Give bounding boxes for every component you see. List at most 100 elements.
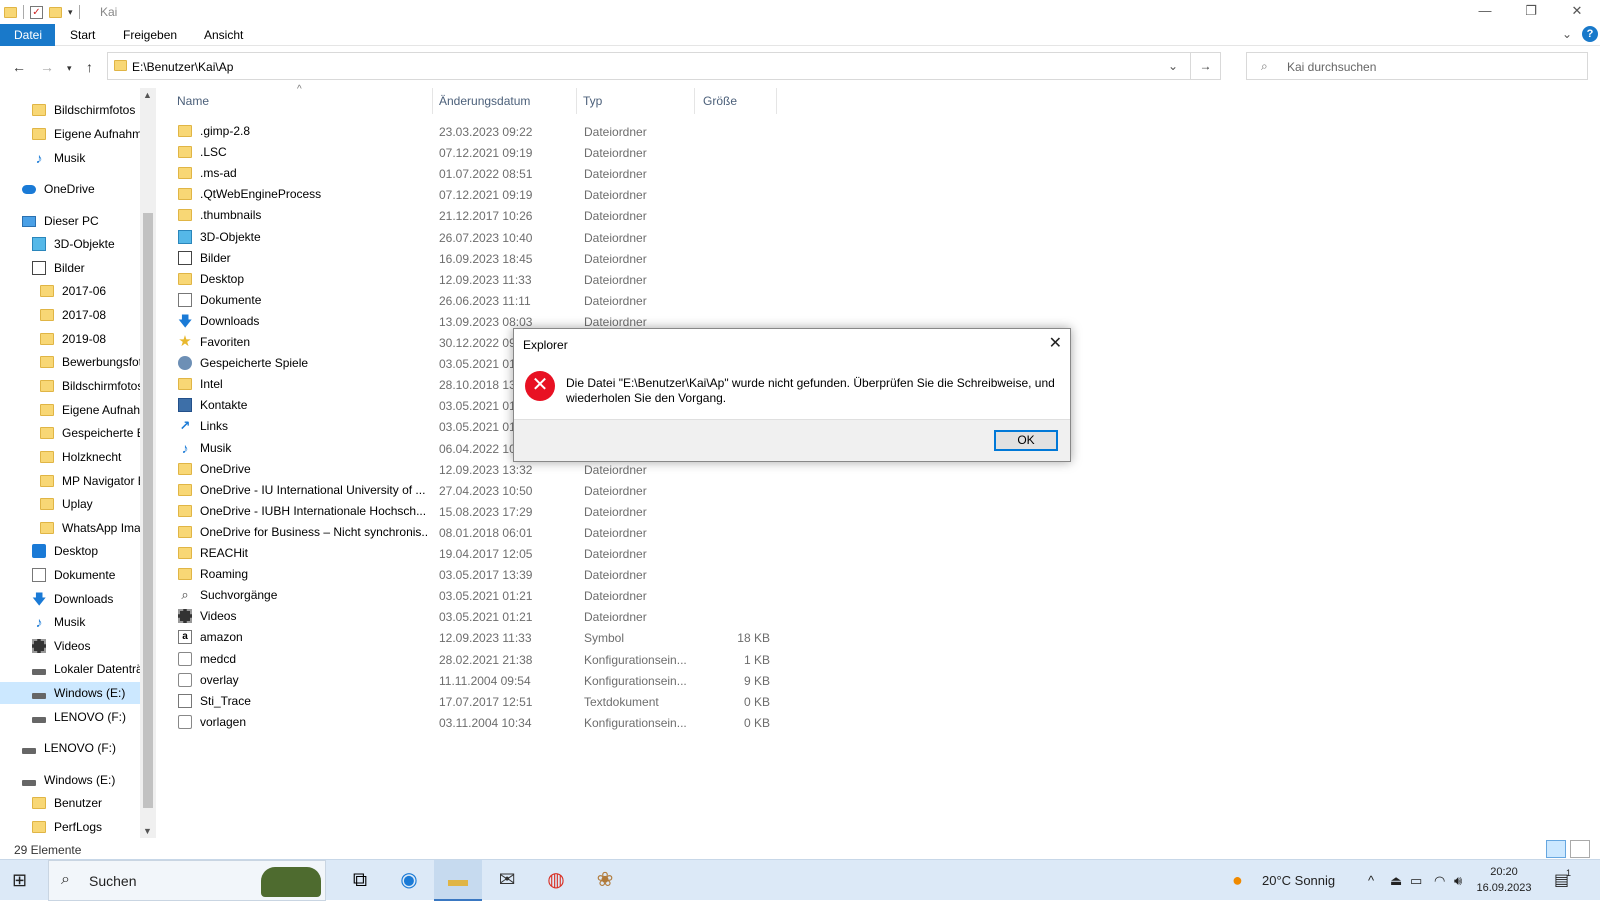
column-header-name[interactable]: Name (177, 90, 209, 112)
nav-item[interactable]: 2019-08 (0, 328, 140, 350)
file-explorer-icon[interactable]: ▬ (434, 860, 482, 901)
weather-text[interactable]: 20°C Sonnig (1262, 860, 1335, 901)
file-row[interactable]: 3D-Objekte 26.07.2023 10:40 Dateiordner (170, 227, 770, 248)
nav-item[interactable]: 🡇 Downloads (0, 588, 140, 610)
windows-start-icon[interactable]: ⊞ (12, 870, 27, 891)
file-row[interactable]: .QtWebEngineProcess 07.12.2021 09:19 Datei… (170, 184, 770, 205)
forward-arrow-icon[interactable]: → (40, 59, 54, 75)
nav-item[interactable]: Bildschirmfotos (0, 375, 140, 397)
taskbar-search[interactable]: ⌕ Suchen (48, 860, 326, 901)
file-row[interactable]: ⌕ Suchvorgänge 03.05.2021 01:21 Dateiordner (170, 585, 770, 606)
nav-item[interactable]: Dieser PC (0, 210, 140, 232)
nav-item[interactable]: LENOVO (F:) (0, 706, 140, 728)
scrollbar-thumb[interactable] (143, 213, 153, 808)
mail-icon[interactable]: ✉ (483, 860, 531, 901)
nav-item[interactable]: Eigene Aufnahmen (0, 123, 140, 145)
column-header-date[interactable]: Änderungsdatum (439, 90, 530, 112)
tab-start[interactable]: Start (56, 24, 109, 46)
chevron-up-icon[interactable]: ^ (1368, 860, 1374, 901)
go-arrow-icon[interactable]: → (1190, 53, 1220, 79)
nav-item[interactable]: LENOVO (F:) (0, 737, 140, 759)
nav-item[interactable]: Windows (E:) (0, 769, 140, 791)
address-bar[interactable]: E:\Benutzer\Kai\Ap ⌄ → (107, 52, 1221, 80)
nav-item[interactable]: 2017-08 (0, 304, 140, 326)
nav-item[interactable]: Gespeicherte Bilder (0, 422, 140, 444)
file-row[interactable]: a amazon 12.09.2023 11:33 Symbol 18 KB (170, 627, 770, 648)
weather-sun-icon[interactable]: ● (1232, 860, 1243, 901)
nav-item[interactable]: Eigene Aufnahmen (0, 399, 140, 421)
details-view-button[interactable] (1546, 840, 1566, 858)
large-icons-view-button[interactable] (1570, 840, 1590, 858)
file-row[interactable]: Videos 03.05.2021 01:21 Dateiordner (170, 606, 770, 627)
file-row[interactable]: .ms-ad 01.07.2022 08:51 Dateiordner (170, 163, 770, 184)
file-row[interactable]: .LSC 07.12.2021 09:19 Dateiordner (170, 142, 770, 163)
file-row[interactable]: Bilder 16.09.2023 18:45 Dateiordner (170, 248, 770, 269)
minimize-button[interactable]: — (1462, 0, 1508, 24)
nav-item[interactable]: Videos (0, 635, 140, 657)
nav-item[interactable]: MP Navigator EX (0, 470, 140, 492)
new-folder-icon[interactable] (49, 6, 62, 18)
nav-item[interactable]: Uplay (0, 493, 140, 515)
edge-icon[interactable]: ◉ (385, 860, 433, 901)
nav-item[interactable]: 2017-06 (0, 280, 140, 302)
column-divider[interactable] (776, 88, 777, 114)
volume-icon[interactable]: 🔊︎ (1454, 860, 1462, 901)
tab-freigeben[interactable]: Freigeben (109, 24, 191, 46)
file-row[interactable]: .thumbnails 21.12.2017 10:26 Dateiordner (170, 205, 770, 226)
clock[interactable]: 20:20 16.09.2023 (1474, 864, 1534, 896)
customize-qat-icon[interactable]: ▾ (68, 7, 73, 18)
nav-item[interactable]: Holzknecht (0, 446, 140, 468)
recent-locations-icon[interactable]: ▾ (67, 63, 72, 74)
scroll-down-icon[interactable]: ▼ (143, 826, 152, 836)
nav-scrollbar[interactable]: ▲ ▼ (140, 88, 156, 838)
nav-item[interactable]: Lokaler Datenträger (C:) (0, 658, 140, 680)
column-divider[interactable] (694, 88, 695, 114)
nav-item[interactable]: Desktop (0, 540, 140, 562)
wifi-icon[interactable]: ◠ (1434, 860, 1445, 901)
back-arrow-icon[interactable]: ← (12, 59, 26, 75)
nav-item[interactable]: PerfLogs (0, 816, 140, 838)
nav-item[interactable]: WhatsApp Images (0, 517, 140, 539)
help-icon[interactable]: ? (1582, 26, 1598, 42)
file-row[interactable]: medcd 28.02.2021 21:38 Konfigurationsein..… (170, 649, 770, 670)
battery-icon[interactable]: ▭ (1410, 860, 1422, 901)
close-icon[interactable]: ✕ (1049, 333, 1062, 353)
tab-datei[interactable]: Datei (0, 24, 55, 46)
file-row[interactable]: OneDrive for Business – Nicht synchronis… (170, 522, 770, 543)
column-header-type[interactable]: Typ (583, 90, 602, 112)
file-row[interactable]: Dokumente 26.06.2023 11:11 Dateiordner (170, 290, 770, 311)
nav-item[interactable]: Bilder (0, 257, 140, 279)
file-row[interactable]: Sti_Trace 17.07.2017 12:51 Textdokument 0 K… (170, 691, 770, 712)
search-box[interactable]: ⌕ Kai durchsuchen (1246, 52, 1588, 80)
file-row[interactable]: vorlagen 03.11.2004 10:34 Konfigurationsei… (170, 712, 770, 733)
up-arrow-icon[interactable]: ↑ (86, 59, 93, 75)
nav-item[interactable]: ♪ Musik (0, 611, 140, 633)
chevron-down-icon[interactable]: ⌄ (1168, 59, 1178, 73)
nav-item[interactable]: Windows (E:) (0, 682, 140, 704)
file-row[interactable]: overlay 11.11.2004 09:54 Konfigurationsein… (170, 670, 770, 691)
file-row[interactable]: Roaming 03.05.2017 13:39 Dateiordner (170, 564, 770, 585)
ok-button[interactable]: OK (994, 430, 1058, 451)
tab-ansicht[interactable]: Ansicht (190, 24, 257, 46)
nav-item[interactable]: OneDrive (0, 178, 140, 200)
file-row[interactable]: REACHit 19.04.2017 12:05 Dateiordner (170, 543, 770, 564)
nav-item[interactable]: Benutzer (0, 792, 140, 814)
file-row[interactable]: Desktop 12.09.2023 11:33 Dateiordner (170, 269, 770, 290)
column-header-size[interactable]: Größe (703, 90, 737, 112)
nav-item[interactable]: 3D-Objekte (0, 233, 140, 255)
column-divider[interactable] (432, 88, 433, 114)
file-row[interactable]: OneDrive - IUBH Internationale Hochsch..… (170, 501, 770, 522)
nav-item[interactable]: Bewerbungsfotos (0, 351, 140, 373)
app-icon[interactable]: ❀ (581, 860, 629, 901)
nav-item[interactable]: Dokumente (0, 564, 140, 586)
nav-item[interactable]: Bildschirmfotos (0, 99, 140, 121)
scroll-up-icon[interactable]: ▲ (143, 90, 152, 100)
nav-item[interactable]: ♪ Musik (0, 147, 140, 169)
file-row[interactable]: .gimp-2.8 23.03.2023 09:22 Dateiordner (170, 121, 770, 142)
column-divider[interactable] (576, 88, 577, 114)
task-view-icon[interactable]: ⧉ (336, 860, 384, 901)
chrome-icon[interactable]: ◍ (532, 860, 580, 901)
properties-icon[interactable]: ✓ (30, 5, 43, 19)
maximize-button[interactable]: ❐ (1508, 0, 1554, 24)
file-row[interactable]: OneDrive - IU International University o… (170, 480, 770, 501)
